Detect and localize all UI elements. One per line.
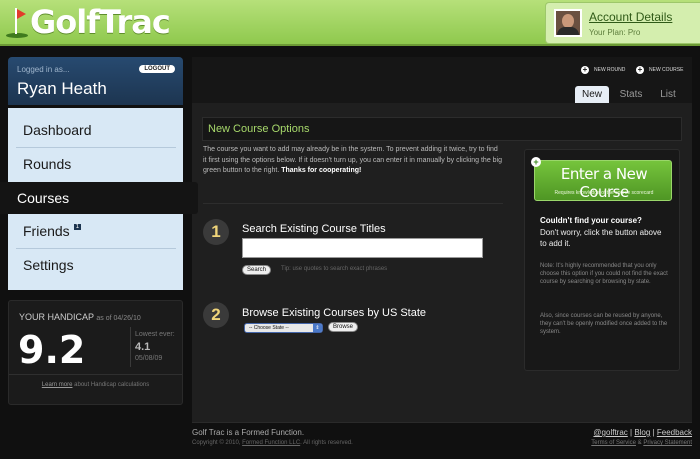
panel-note-2: Also, since courses can be reused by any… [540,313,668,335]
account-box: Account Details Your Plan: Pro [545,2,700,44]
search-button[interactable]: Search [242,265,272,275]
panel-question: Couldn't find your course? [540,216,642,225]
friends-count-badge: 1 [73,224,82,230]
golf-flag-icon [6,6,28,38]
sidebar-item-label: Courses [17,190,70,206]
browse-button[interactable]: Browse [328,322,359,332]
handicap-label: YOUR HANDICAP as of 04/26/10 [19,312,141,322]
footer-copyright: Copyright © 2010, Formed Function LLC. A… [192,440,353,446]
plus-icon: + [636,65,644,74]
sidebar-item-dashboard[interactable]: Dashboard [8,114,183,146]
state-select[interactable]: -- Choose State -- ⇕ [244,323,323,333]
new-course-label: NEW COURSE [649,67,684,73]
logo-wordmark: GolfTrac [30,3,171,41]
main-content: + NEW ROUND + NEW COURSE New Stats List … [192,57,692,422]
footer-divider [192,422,692,423]
new-course-button[interactable]: + NEW COURSE [636,66,683,74]
avatar[interactable] [554,9,582,37]
step-1-number: 1 [203,219,229,245]
panel-note-1: Note: It's highly recommended that you o… [540,263,668,285]
select-arrows-icon: ⇕ [313,324,322,332]
sidebar-item-settings[interactable]: Settings [8,249,183,281]
plan-label: Your Plan: Pro [589,28,641,37]
handicap-divider [130,327,131,367]
section-title: New Course Options [202,117,682,141]
lowest-date: 05/08/09 [135,355,163,362]
header: GolfTrac Account Details Your Plan: Pro [0,0,700,46]
sidebar-item-courses[interactable]: Courses [0,182,198,214]
logged-in-label: Logged in as... [17,65,70,74]
twitter-link[interactable]: @golftrac [593,428,627,437]
tab-new[interactable]: New [575,86,609,103]
handicap-as-of: as of 04/26/10 [96,315,141,322]
new-round-button[interactable]: + NEW ROUND [581,66,625,74]
blog-link[interactable]: Blog [634,428,650,437]
enter-new-course-button[interactable]: + Enter a New Course Requires knowledge … [531,157,672,201]
formed-function-link[interactable]: Formed Function LLC [242,440,300,446]
sidebar-item-friends[interactable]: Friends 1 [8,215,183,247]
sidebar-item-label: Settings [23,257,74,273]
feedback-link[interactable]: Feedback [657,428,692,437]
intro-divider [203,203,503,204]
account-details-link[interactable]: Account Details [589,10,672,24]
sidebar-item-label: Rounds [23,156,72,172]
lowest-label: Lowest ever: [135,331,175,338]
search-tip: Tip: use quotes to search exact phrases [281,266,388,272]
user-name: Ryan Heath [17,79,107,98]
intro-bold: Thanks for cooperating! [281,167,362,174]
state-select-value: -- Choose State -- [249,325,289,331]
course-search-input[interactable] [242,238,483,258]
handicap-rule [9,374,182,375]
sidebar-item-label: Friends [23,223,70,239]
sidebar-item-rounds[interactable]: Rounds [8,148,183,180]
step-2-number: 2 [203,302,229,328]
footer-tagline: Golf Trac is a Formed Function. [192,428,305,437]
new-round-label: NEW ROUND [594,67,626,73]
new-course-panel: + Enter a New Course Requires knowledge … [524,149,680,371]
enter-new-course-sub: Requires knowledge of the course scoreca… [554,190,654,196]
plus-icon: + [581,65,589,74]
handicap-value: 9.2 [18,328,86,372]
user-panel: Logged in as... LOGOUT Ryan Heath [8,57,183,105]
learn-more-link[interactable]: Learn more [42,382,73,388]
sidebar-item-label: Dashboard [23,122,92,138]
tab-list[interactable]: List [651,86,685,103]
panel-answer: Don't worry, click the button above to a… [540,228,662,248]
lowest-value: 4.1 [135,341,151,353]
handicap-card: YOUR HANDICAP as of 04/26/10 9.2 Lowest … [8,300,183,405]
privacy-link[interactable]: Privacy Statement [643,440,692,446]
step-2-title: Browse Existing Courses by US State [242,307,427,319]
sidebar-nav: Dashboard Rounds Courses Friends 1 Setti… [0,108,198,290]
footer-links: @golftrac | Blog | Feedback [593,428,692,437]
step-1-title: Search Existing Course Titles [242,223,386,235]
logout-button[interactable]: LOGOUT [139,65,175,73]
learn-more-text: Learn more about Handicap calculations [41,382,150,388]
golftrac-logo[interactable]: GolfTrac [6,3,171,41]
footer-legal: Terms of Service & Privacy Statement [591,440,692,446]
terms-link[interactable]: Terms of Service [591,440,636,446]
tab-stats[interactable]: Stats [613,86,649,103]
intro-text: The course you want to add may already b… [203,146,503,174]
